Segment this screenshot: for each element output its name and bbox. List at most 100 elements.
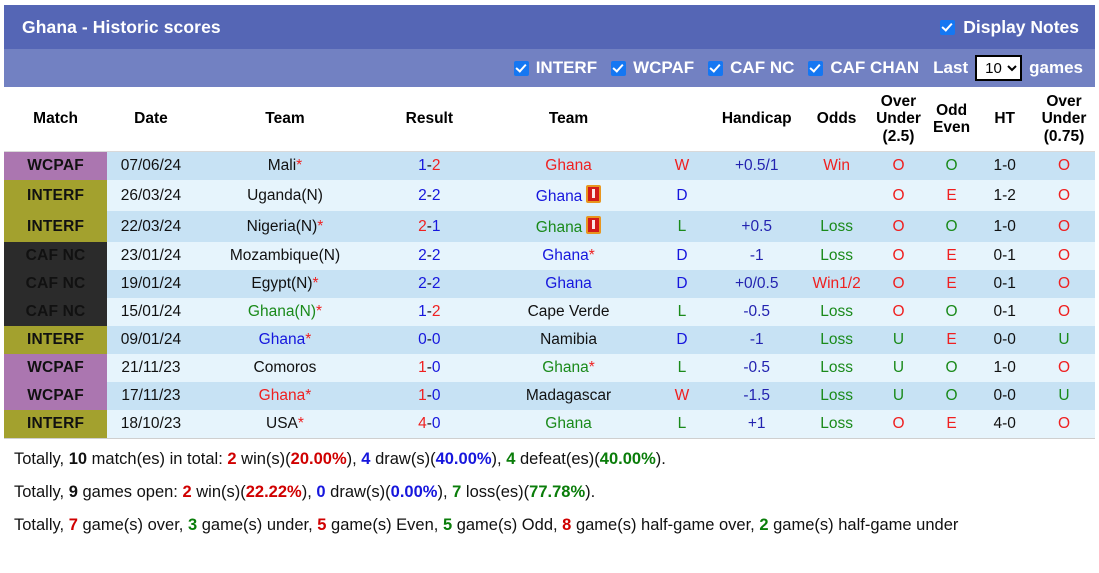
col-header-result[interactable]: Result: [375, 87, 484, 153]
wdl-indicator: W: [674, 157, 690, 175]
col-header-odds[interactable]: Odds: [803, 87, 871, 153]
cell-wdl: W: [653, 151, 711, 181]
col-header-odd-even[interactable]: Odd Even: [926, 87, 977, 153]
display-notes-toggle[interactable]: Display Notes: [940, 17, 1079, 38]
cell-date: 23/01/24: [107, 242, 195, 271]
cell-away-team: Ghana: [483, 180, 654, 212]
table-body: WCPAF 07/06/24 Mali* 1-2 Ghana W +0.5/1 Win O O 1-…: [4, 151, 1095, 439]
away-team-name[interactable]: Ghana: [536, 188, 583, 205]
cell-date: 21/11/23: [107, 354, 195, 383]
away-team-name[interactable]: Ghana: [545, 275, 592, 292]
oddeven-value: O: [945, 157, 958, 175]
cell-date: 07/06/24: [107, 151, 195, 181]
s2-t5: draw(s)(: [325, 483, 391, 502]
cell-odds: Loss: [803, 354, 871, 383]
cell-home-team: Uganda(N): [194, 180, 376, 212]
home-team-name[interactable]: Egypt(N): [251, 275, 312, 292]
cell-ht: 0-1: [976, 270, 1034, 299]
cell-away-team: Ghana: [483, 151, 654, 181]
cell-wdl: L: [653, 354, 711, 383]
ou075-value: O: [1057, 157, 1071, 175]
s3-n5: 8: [562, 516, 572, 535]
home-team-name[interactable]: Nigeria(N): [247, 218, 318, 235]
s1-t3: win(s)(: [236, 450, 291, 469]
home-team-name[interactable]: Ghana: [259, 387, 306, 404]
wdl-indicator: L: [677, 303, 687, 321]
filter-interf-checkbox[interactable]: [513, 60, 529, 76]
cell-over-under-075: O: [1033, 242, 1095, 271]
home-team-name[interactable]: Mali: [268, 157, 296, 174]
away-team-name[interactable]: Madagascar: [526, 387, 611, 404]
col-header-handicap[interactable]: Handicap: [710, 87, 804, 153]
s1-n5: 40.00%: [435, 450, 492, 469]
home-team-name[interactable]: Uganda(N): [247, 187, 323, 204]
cell-ht: 0-0: [976, 382, 1034, 411]
col-header-match[interactable]: Match: [4, 87, 108, 153]
filter-caf-chan-checkbox[interactable]: [808, 60, 824, 76]
filter-caf-nc[interactable]: CAF NC: [708, 58, 794, 78]
ou075-line3: (0.75): [1043, 127, 1085, 145]
col-header-team-home[interactable]: Team: [194, 87, 376, 153]
odds-value: Loss: [820, 247, 853, 265]
cell-ht: 1-0: [976, 211, 1034, 243]
table-row[interactable]: WCPAF 07/06/24 Mali* 1-2 Ghana W +0.5/1 Win O O 1-…: [4, 151, 1095, 181]
cell-wdl: W: [653, 382, 711, 411]
filter-caf-nc-checkbox[interactable]: [708, 60, 724, 76]
wdl-indicator: W: [674, 387, 690, 405]
score-away: 0: [431, 387, 441, 405]
cell-match-type: CAF NC: [4, 298, 108, 327]
table-row[interactable]: CAF NC 15/01/24 Ghana(N)* 1-2 Cape Verde L -0.…: [4, 298, 1095, 327]
away-team-name[interactable]: Ghana: [545, 157, 592, 174]
away-team-name[interactable]: Cape Verde: [528, 303, 610, 320]
score-home: 2: [418, 275, 427, 293]
home-team-name[interactable]: Ghana: [259, 331, 306, 348]
odds-value: Loss: [820, 387, 853, 405]
score-away: 2: [431, 303, 441, 321]
cell-match-type: WCPAF: [4, 354, 108, 383]
s1-t1: Totally,: [14, 450, 69, 469]
table-row[interactable]: INTERF 18/10/23 USA* 4-0 Ghana L +1 Loss O E 4-0 O: [4, 410, 1095, 439]
col-header-over-under-25[interactable]: Over Under (2.5): [870, 87, 927, 153]
display-notes-checkbox[interactable]: [940, 19, 956, 35]
cell-odds: Win1/2: [803, 270, 871, 299]
home-team-name[interactable]: Mozambique(N): [230, 247, 340, 264]
cell-away-team: Ghana*: [483, 242, 654, 271]
home-team-name[interactable]: USA: [266, 415, 298, 432]
table-row[interactable]: CAF NC 19/01/24 Egypt(N)* 2-2 Ghana D +0/0.5 Wi…: [4, 270, 1095, 299]
away-team-name[interactable]: Ghana: [545, 415, 592, 432]
ht-score: 1-0: [993, 157, 1016, 175]
home-team-name[interactable]: Comoros: [254, 359, 317, 376]
col-header-date[interactable]: Date: [107, 87, 195, 153]
table-row[interactable]: WCPAF 17/11/23 Ghana* 1-0 Madagascar W -1.5 Los…: [4, 382, 1095, 411]
away-team-name[interactable]: Ghana: [542, 247, 589, 264]
filter-wcpaf[interactable]: WCPAF: [611, 58, 694, 78]
cell-over-under-075: O: [1033, 211, 1095, 243]
col-header-over-under-075[interactable]: Over Under (0.75): [1033, 87, 1095, 153]
wdl-indicator: D: [676, 275, 688, 293]
s1-n2: 2: [227, 450, 237, 469]
oddeven-value: E: [946, 415, 957, 433]
table-row[interactable]: INTERF 22/03/24 Nigeria(N)* 2-1 Ghana L +0.5 Lo…: [4, 211, 1095, 243]
table-row[interactable]: CAF NC 23/01/24 Mozambique(N) 2-2 Ghana* D -1 L…: [4, 242, 1095, 271]
away-team-name[interactable]: Ghana: [542, 359, 589, 376]
filter-wcpaf-label: WCPAF: [633, 58, 695, 77]
filter-interf[interactable]: INTERF: [513, 58, 597, 78]
filter-caf-chan[interactable]: CAF CHAN: [808, 58, 919, 78]
s3-t4: game(s) Even,: [326, 516, 443, 535]
away-team-name[interactable]: Ghana: [536, 219, 583, 236]
star-marker: *: [296, 157, 303, 175]
cell-match-type: INTERF: [4, 410, 108, 439]
star-marker: *: [588, 359, 595, 377]
col-header-team-away[interactable]: Team: [483, 87, 654, 153]
games-count-select[interactable]: 510203050: [975, 55, 1023, 81]
home-team-name[interactable]: Ghana(N): [248, 303, 316, 320]
score-away: 0: [431, 359, 441, 377]
table-row[interactable]: INTERF 26/03/24 Uganda(N) 2-2 Ghana D O E 1-2 O: [4, 180, 1095, 212]
cell-match-type: WCPAF: [4, 151, 108, 181]
table-row[interactable]: INTERF 09/01/24 Ghana* 0-0 Namibia D -1 Loss U E 0…: [4, 326, 1095, 355]
cell-wdl: L: [653, 298, 711, 327]
filter-wcpaf-checkbox[interactable]: [611, 60, 627, 76]
away-team-name[interactable]: Namibia: [540, 331, 597, 348]
table-row[interactable]: WCPAF 21/11/23 Comoros 1-0 Ghana* L -0.5 Loss U O…: [4, 354, 1095, 383]
col-header-ht[interactable]: HT: [976, 87, 1034, 153]
